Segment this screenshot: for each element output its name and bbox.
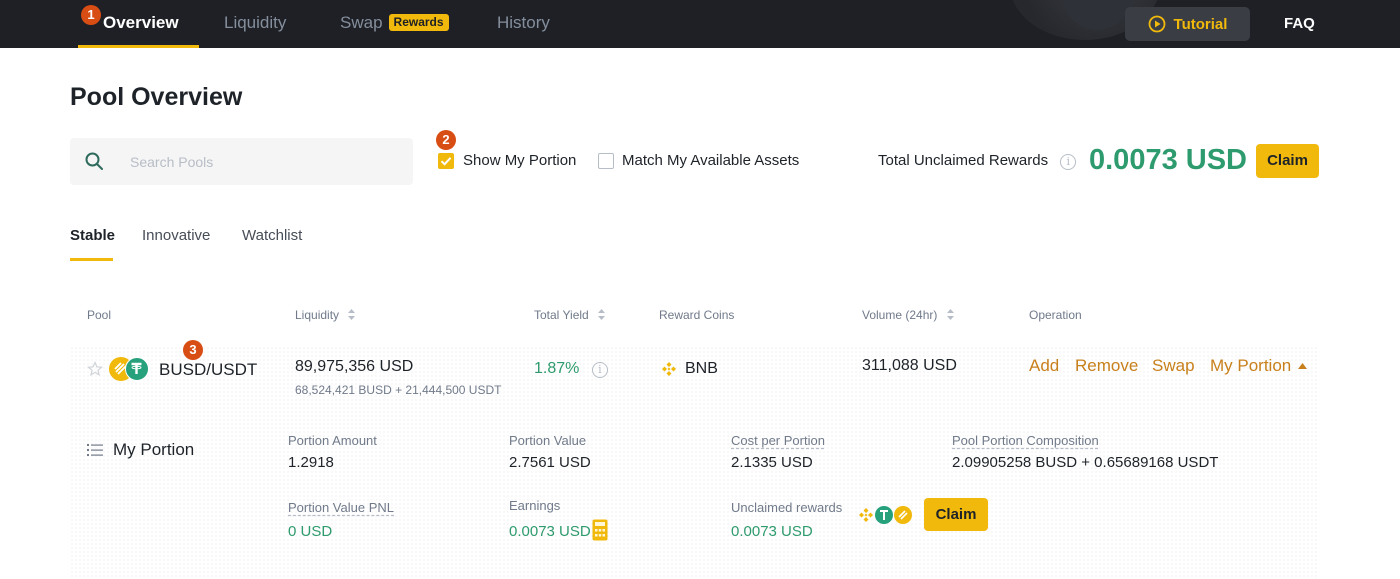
show-my-portion-checkbox[interactable] — [438, 153, 454, 169]
column-header-pool: Pool — [87, 308, 112, 322]
column-header-reward-coins: Reward Coins — [659, 308, 735, 322]
usdt-coin-icon — [875, 506, 893, 524]
portion-value-label: Portion Value — [509, 433, 587, 448]
portion-pnl-value: 0 USD — [288, 523, 333, 540]
match-assets-label[interactable]: Match My Available Assets — [622, 152, 799, 169]
search-input[interactable] — [130, 138, 400, 185]
top-nav: Overview Liquidity Swap Rewards History T… — [0, 0, 1400, 48]
remove-liquidity-link[interactable]: Remove — [1075, 356, 1138, 376]
claim-all-button[interactable]: Claim — [1256, 144, 1319, 178]
pool-volume: 311,088 USD — [862, 357, 957, 374]
active-tab-indicator — [78, 45, 199, 48]
pool-reward-coin: BNB — [685, 360, 718, 377]
caret-up-icon — [1297, 363, 1307, 369]
portion-value-value: 2.7561 USD — [509, 454, 591, 471]
bnb-coin-icon — [858, 507, 874, 528]
cost-per-portion-label[interactable]: Cost per Portion — [731, 433, 825, 448]
active-tab-indicator — [70, 258, 113, 261]
nav-tab-swap-label: Swap — [340, 13, 383, 32]
nav-tab-overview[interactable]: Overview — [103, 0, 179, 48]
earnings-value: 0.0073 USD — [509, 523, 591, 540]
pool-liquidity: 89,975,356 USD — [295, 358, 414, 375]
nav-tab-swap[interactable]: Swap Rewards — [340, 0, 449, 48]
column-header-liquidity[interactable]: Liquidity — [295, 308, 356, 322]
faq-link[interactable]: FAQ — [1284, 0, 1315, 48]
pool-composition-value: 2.09905258 BUSD + 0.65689168 USDT — [952, 454, 1219, 471]
pool-liquidity-detail: 68,524,421 BUSD + 21,444,500 USDT — [295, 383, 502, 397]
my-portion-toggle[interactable]: My Portion — [1210, 356, 1307, 376]
earnings-label: Earnings — [509, 498, 561, 513]
pool-pair-name[interactable]: BUSD/USDT — [159, 360, 257, 380]
bnb-coin-icon — [661, 361, 677, 382]
play-icon — [1148, 15, 1165, 33]
add-liquidity-link[interactable]: Add — [1029, 356, 1059, 376]
match-assets-checkbox[interactable] — [598, 153, 614, 169]
tutorial-button[interactable]: Tutorial — [1125, 7, 1250, 41]
annotation-marker: 2 — [436, 130, 456, 150]
search-box — [70, 138, 413, 185]
column-header-volume[interactable]: Volume (24hr) — [862, 308, 954, 322]
column-header-total-yield[interactable]: Total Yield — [534, 308, 606, 322]
list-icon — [87, 444, 103, 456]
unclaimed-rewards-label: Unclaimed rewards — [731, 500, 843, 515]
busd-coin-icon — [894, 506, 912, 524]
rewards-badge: Rewards — [388, 14, 449, 31]
portion-amount-value: 1.2918 — [288, 454, 334, 471]
tutorial-label: Tutorial — [1173, 15, 1228, 33]
sort-icon — [348, 309, 356, 320]
search-icon — [85, 152, 103, 170]
nav-tab-history[interactable]: History — [497, 0, 550, 48]
column-header-volume-label: Volume (24hr) — [862, 308, 938, 322]
annotation-marker: 3 — [183, 340, 203, 360]
tab-innovative[interactable]: Innovative — [142, 227, 210, 244]
sort-icon — [598, 309, 606, 320]
column-header-operation: Operation — [1029, 308, 1082, 322]
column-header-liquidity-label: Liquidity — [295, 308, 340, 322]
checkmark-icon — [440, 157, 452, 166]
claim-portion-rewards-button[interactable]: Claim — [924, 498, 988, 531]
sort-icon — [946, 309, 954, 320]
unclaimed-rewards-value: 0.0073 USD — [731, 523, 813, 540]
my-portion-title: My Portion — [113, 440, 195, 459]
my-portion-toggle-label: My Portion — [1210, 356, 1292, 375]
swap-link[interactable]: Swap — [1152, 356, 1195, 376]
nav-tab-liquidity[interactable]: Liquidity — [224, 0, 286, 48]
pool-total-yield: 1.87% i — [534, 360, 608, 378]
tab-watchlist[interactable]: Watchlist — [242, 227, 302, 244]
page-title: Pool Overview — [70, 83, 243, 111]
calculator-icon[interactable] — [592, 519, 608, 541]
column-header-total-yield-label: Total Yield — [534, 308, 589, 322]
portion-pnl-label[interactable]: Portion Value PNL — [288, 500, 394, 515]
annotation-marker: 1 — [81, 5, 101, 25]
total-unclaimed-rewards-label: Total Unclaimed Rewards i — [878, 152, 1077, 170]
info-icon[interactable]: i — [591, 362, 608, 378]
star-icon[interactable] — [87, 361, 103, 377]
total-unclaimed-rewards-value: 0.0073 USD — [1089, 144, 1247, 176]
info-icon[interactable]: i — [1060, 154, 1077, 170]
show-my-portion-label[interactable]: Show My Portion — [463, 152, 576, 169]
total-unclaimed-rewards-text: Total Unclaimed Rewards — [878, 152, 1049, 169]
pool-composition-label[interactable]: Pool Portion Composition — [952, 433, 1099, 448]
portion-amount-label: Portion Amount — [288, 433, 377, 448]
cost-per-portion-value: 2.1335 USD — [731, 454, 813, 471]
pool-total-yield-value: 1.87% — [534, 360, 580, 377]
tab-stable[interactable]: Stable — [70, 227, 115, 244]
usdt-coin-icon — [125, 357, 149, 381]
